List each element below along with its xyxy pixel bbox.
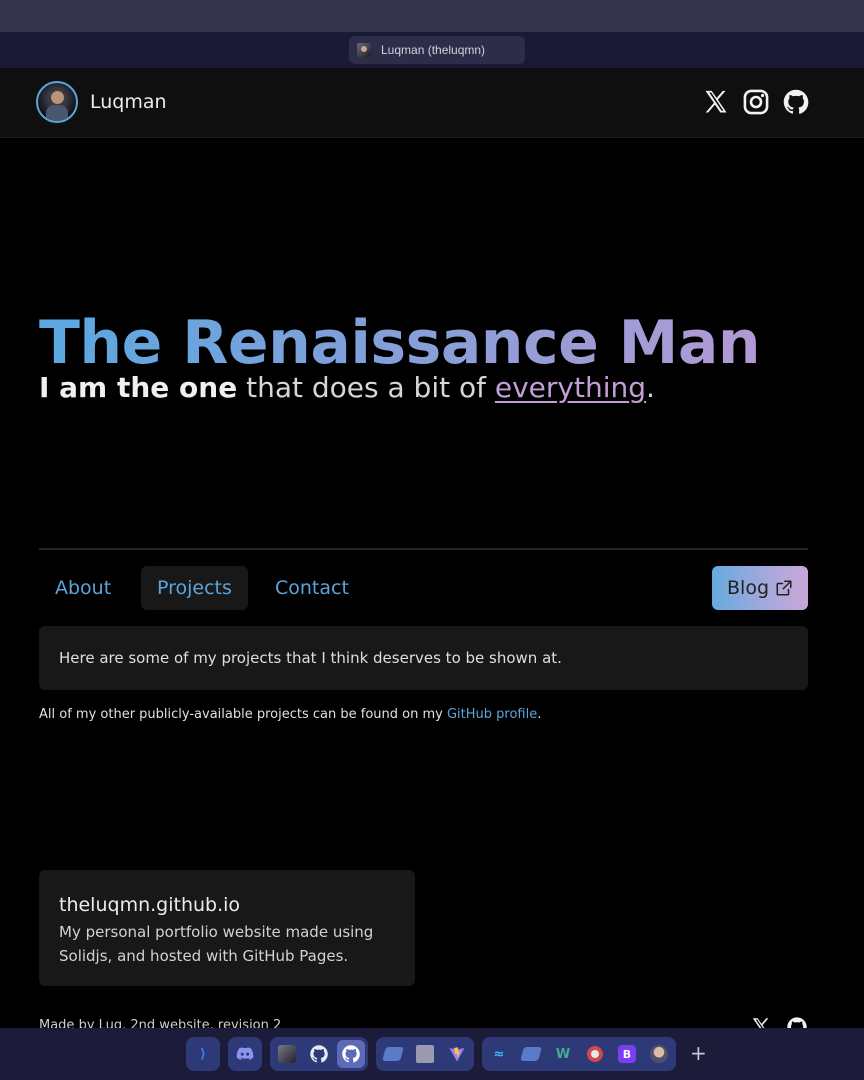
projects-other-text: All of my other publicly-available proje… (39, 707, 541, 722)
github-icon[interactable] (305, 1040, 333, 1068)
projects-intro: Here are some of my projects that I thin… (39, 626, 808, 690)
taskbar-group (228, 1037, 262, 1071)
vscode-icon[interactable]: ⟩ (189, 1040, 217, 1068)
bootstrap-icon[interactable]: B (613, 1040, 641, 1068)
tab-projects[interactable]: Projects (141, 566, 248, 610)
vite-icon[interactable] (443, 1040, 471, 1068)
app-icon[interactable] (517, 1040, 545, 1068)
everything-link[interactable]: everything (495, 371, 646, 404)
blog-button[interactable]: Blog (712, 566, 808, 610)
taskbar-group: ⟩ (186, 1037, 220, 1071)
hero-subtitle-bold: I am the one (39, 371, 238, 404)
other-suffix: . (537, 707, 542, 722)
hero-title: The Renaissance Man (39, 308, 761, 378)
site-name[interactable]: Luqman (90, 91, 167, 113)
browser-tab[interactable]: Luqman (theluqmn) (349, 36, 525, 64)
favicon-icon (357, 43, 371, 57)
site-header: Luqman (0, 68, 864, 138)
browser-titlebar (0, 0, 864, 32)
project-card[interactable]: theluqmn.github.io My personal portfolio… (39, 870, 415, 986)
blog-button-label: Blog (727, 577, 769, 599)
other-prefix: All of my other publicly-available proje… (39, 707, 447, 722)
project-description: My personal portfolio website made using… (59, 923, 374, 965)
github-profile-link[interactable]: GitHub profile (447, 707, 537, 722)
opera-icon[interactable] (581, 1040, 609, 1068)
taskbar: ⟩ ≈ W B (0, 1028, 864, 1080)
browser-tabstrip: Luqman (theluqmn) (0, 32, 864, 68)
taskbar-group (376, 1037, 474, 1071)
add-taskbar-group-button[interactable]: + (690, 1039, 707, 1067)
project-title: theluqmn.github.io (59, 894, 241, 916)
tab-contact[interactable]: Contact (259, 566, 365, 610)
tab-about[interactable]: About (39, 566, 127, 610)
app-icon[interactable] (411, 1040, 439, 1068)
tailwind-icon[interactable]: ≈ (485, 1040, 513, 1068)
hero-subtitle: I am the one that does a bit of everythi… (39, 369, 655, 407)
instagram-icon[interactable] (742, 88, 770, 116)
avatar-app-icon[interactable] (273, 1040, 301, 1068)
windicss-icon[interactable]: W (549, 1040, 577, 1068)
taskbar-group (270, 1037, 368, 1071)
external-link-icon (776, 580, 792, 596)
section-divider (39, 548, 808, 550)
app-icon[interactable] (379, 1040, 407, 1068)
profile-icon[interactable] (645, 1040, 673, 1068)
avatar[interactable] (36, 81, 78, 123)
hero-subtitle-end: . (646, 371, 655, 404)
x-icon[interactable] (702, 88, 730, 116)
tab-title: Luqman (theluqmn) (381, 43, 486, 57)
github-icon[interactable] (782, 88, 810, 116)
taskbar-group: ≈ W B (482, 1037, 676, 1071)
github-desktop-icon[interactable] (337, 1040, 365, 1068)
discord-icon[interactable] (231, 1040, 259, 1068)
hero-subtitle-middle: that does a bit of (237, 371, 495, 404)
